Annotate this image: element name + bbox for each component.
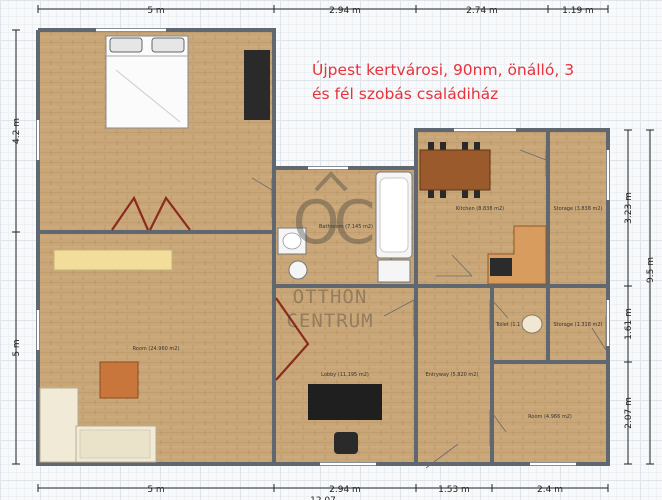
room-label-room-large: Room (24.960 m2): [133, 346, 180, 352]
wardrobe: [244, 50, 270, 120]
dining-table: [419, 142, 491, 198]
dimension-left-2: 5 m: [12, 339, 22, 356]
room-label-storage-upper: Storage (3.838 m2): [553, 206, 602, 212]
dimension-top-4: 1.19 m: [562, 6, 594, 16]
dimension-right-total: 9.5 m: [646, 257, 656, 283]
watermark-logo: OC: [292, 188, 375, 258]
listing-title: Újpest kertvárosi, 90nm, önálló, 3 és fé…: [312, 58, 602, 106]
room-label-kitchen: Kitchen (8.838 m2): [456, 206, 504, 212]
dimension-left-1: 4.2 m: [12, 118, 22, 144]
shelf: [53, 249, 173, 271]
chair: [334, 432, 358, 454]
bed: [105, 35, 189, 129]
room-label-entryway: Entryway (5.820 m2): [426, 372, 479, 378]
dimension-top-1: 5 m: [147, 6, 164, 16]
room-label-toilet: Toilet (1.1: [495, 322, 521, 328]
dimension-right-3: 2.07 m: [624, 397, 634, 429]
watermark: OC OTTHON CENTRUM: [284, 170, 378, 340]
listing-title-line-2: és fél szobás családiház: [312, 85, 499, 103]
coffee-table: [99, 361, 139, 399]
dimension-bottom-3: 1.53 m: [438, 485, 470, 495]
dimension-bottom-2: 2.94 m: [329, 485, 361, 495]
dimension-right-1: 3.23 m: [624, 192, 634, 224]
desk: [308, 384, 382, 420]
toilet-fixture: [521, 314, 543, 334]
dimension-bottom-4: 2.4 m: [537, 485, 563, 495]
dimension-bottom-1: 5 m: [147, 485, 164, 495]
room-label-storage-lower: Storage (1.318 m2): [553, 322, 602, 328]
watermark-line-1: OTTHON: [292, 286, 368, 308]
listing-title-line-1: Újpest kertvárosi, 90nm, önálló, 3: [312, 61, 575, 79]
dimension-bottom-total: 12.07: [310, 496, 336, 500]
room-label-lobby: Lobby (11.195 m2): [321, 372, 369, 378]
dimension-right-2: 1.61 m: [624, 308, 634, 340]
dimension-top-3: 2.74 m: [466, 6, 498, 16]
dimension-top-2: 2.94 m: [329, 6, 361, 16]
room-label-room-small: Room (4.966 m2): [528, 414, 572, 420]
shower: [377, 259, 411, 283]
watermark-line-2: CENTRUM: [286, 310, 374, 332]
bathtub: [375, 171, 413, 259]
